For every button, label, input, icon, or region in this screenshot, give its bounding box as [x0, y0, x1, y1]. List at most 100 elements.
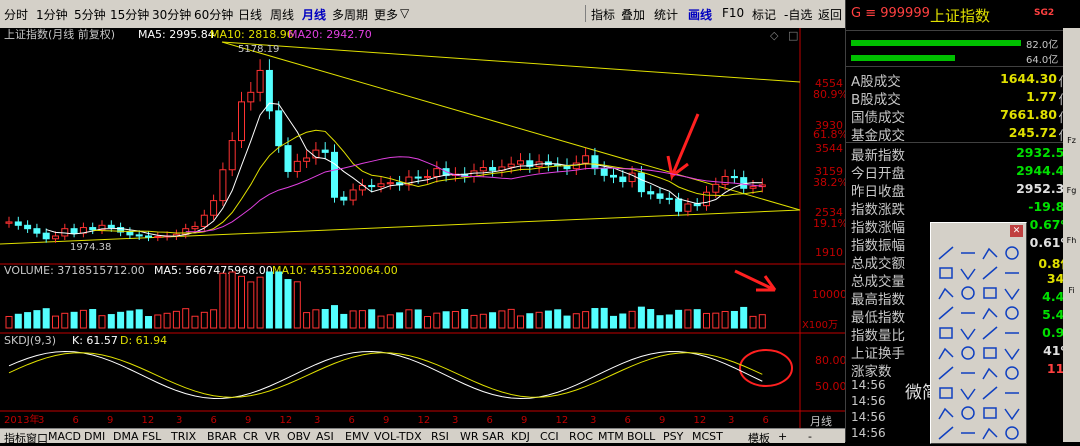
period-tab-multi[interactable]: 多周期	[332, 6, 368, 23]
drawing-tool-icon[interactable]	[938, 347, 954, 360]
chevron-down-icon[interactable]: ▽	[400, 6, 409, 20]
angle-tool-icon[interactable]	[1004, 288, 1020, 301]
zoom-in-button[interactable]: +	[778, 430, 787, 443]
drawing-tool-icon[interactable]	[939, 327, 953, 339]
drawing-tool-icon[interactable]	[1005, 366, 1019, 380]
drawing-tool-icon[interactable]	[982, 266, 998, 280]
circle-tool-icon[interactable]	[961, 286, 975, 300]
period-tab-15min[interactable]: 15分钟	[110, 6, 149, 23]
drawing-tool-icon[interactable]	[983, 287, 997, 299]
wave-tool-icon[interactable]	[938, 407, 954, 420]
indicator-tab[interactable]: DMA	[113, 430, 139, 443]
indicator-tab[interactable]: MTM	[598, 430, 624, 443]
rect-tool-icon[interactable]	[983, 287, 997, 299]
drawing-tool-icon[interactable]	[938, 366, 954, 380]
indicator-tab[interactable]: 窗口	[26, 430, 48, 446]
period-tab-30min[interactable]: 30分钟	[152, 6, 191, 23]
drawing-tool-icon[interactable]	[983, 347, 997, 359]
indicator-tab[interactable]: BOLL	[627, 430, 655, 443]
line-tool-icon[interactable]	[982, 326, 998, 340]
line-tool-icon[interactable]	[938, 246, 954, 260]
drawing-tool-icon[interactable]	[1004, 288, 1020, 301]
drawing-tool-icon[interactable]	[1005, 306, 1019, 320]
rect-tool-icon[interactable]	[983, 407, 997, 419]
indicator-tab[interactable]: SAR	[482, 430, 504, 443]
drawing-tool-icon[interactable]	[938, 426, 954, 440]
kline-chart[interactable]: 上证指数(月线 前复权) MA5: 2995.84 MA10: 2818.96 …	[0, 27, 848, 428]
drawing-tool-icon[interactable]	[982, 326, 998, 340]
drawing-tool-icon[interactable]	[1005, 426, 1019, 440]
indicator-tab[interactable]: MCST	[692, 430, 723, 443]
drawing-tool-icon[interactable]	[960, 328, 976, 341]
period-tab-daily[interactable]: 日线	[238, 6, 262, 23]
indicator-button[interactable]: 指标	[591, 6, 615, 23]
collapse-icon[interactable]: □	[788, 29, 798, 42]
line-tool-icon[interactable]	[938, 306, 954, 320]
indicator-tab[interactable]: VR	[265, 430, 280, 443]
circle-tool-icon[interactable]	[1005, 246, 1019, 260]
drawing-tool-icon[interactable]	[960, 268, 976, 281]
drawing-tool-icon[interactable]	[960, 388, 976, 401]
rect-tool-icon[interactable]	[939, 327, 953, 339]
period-tab-monthly[interactable]: 月线	[302, 6, 326, 23]
draw-line-button[interactable]: 画线	[688, 6, 712, 23]
drawing-tool-icon[interactable]	[938, 407, 954, 420]
f10-button[interactable]: F10	[722, 6, 744, 20]
expand-icon[interactable]: ◇	[770, 29, 779, 42]
wave-tool-icon[interactable]	[982, 367, 998, 380]
drawing-tool-icon[interactable]	[982, 247, 998, 260]
indicator-tab[interactable]: CR	[243, 430, 258, 443]
period-tab-weekly[interactable]: 周线	[270, 6, 294, 23]
circle-tool-icon[interactable]	[961, 346, 975, 360]
indicator-tab[interactable]: OBV	[287, 430, 310, 443]
indicator-tab[interactable]: PSY	[663, 430, 683, 443]
statistics-button[interactable]: 统计	[654, 6, 678, 23]
wave-tool-icon[interactable]	[938, 287, 954, 300]
side-strip-button[interactable]: Fz	[1064, 136, 1079, 145]
indicator-tab[interactable]: VOL-TDX	[374, 430, 422, 443]
drawing-tool-icon[interactable]	[961, 286, 975, 300]
drawing-tool-icon[interactable]	[961, 346, 975, 360]
indicator-tab[interactable]: RSI	[431, 430, 449, 443]
indicator-tab[interactable]: ASI	[316, 430, 334, 443]
indicator-tab[interactable]: ROC	[569, 430, 593, 443]
drawing-tool-icon[interactable]	[939, 267, 953, 279]
mark-button[interactable]: 标记	[752, 6, 776, 23]
drawing-tool-icon[interactable]	[982, 386, 998, 400]
circle-tool-icon[interactable]	[961, 406, 975, 420]
indicator-tab[interactable]: 指标	[4, 430, 26, 446]
drawing-tool-icon[interactable]	[1004, 348, 1020, 361]
back-button[interactable]: 返回	[818, 6, 842, 23]
rect-tool-icon[interactable]	[939, 267, 953, 279]
rect-tool-icon[interactable]	[983, 347, 997, 359]
wave-tool-icon[interactable]	[982, 247, 998, 260]
drawing-tool-icon[interactable]	[938, 246, 954, 260]
drawing-tool-icon[interactable]	[939, 387, 953, 399]
angle-tool-icon[interactable]	[1004, 348, 1020, 361]
line-tool-icon[interactable]	[982, 266, 998, 280]
template-button[interactable]: 模板	[748, 430, 770, 446]
indicator-tab[interactable]: BRAR	[207, 430, 237, 443]
side-strip-button[interactable]: Fg	[1064, 186, 1079, 195]
indicator-tab[interactable]: EMV	[345, 430, 369, 443]
line-tool-icon[interactable]	[982, 386, 998, 400]
indicator-tab[interactable]: KDJ	[511, 430, 530, 443]
line-tool-icon[interactable]	[938, 366, 954, 380]
watchlist-button[interactable]: -自选	[784, 6, 812, 23]
drawing-tool-icon[interactable]	[938, 287, 954, 300]
close-icon[interactable]: ✕	[1010, 225, 1023, 237]
period-tab-1min[interactable]: 1分钟	[36, 6, 68, 23]
overlay-button[interactable]: 叠加	[621, 6, 645, 23]
circle-tool-icon[interactable]	[1005, 306, 1019, 320]
circle-tool-icon[interactable]	[1005, 426, 1019, 440]
drawing-tool-icon[interactable]	[1005, 246, 1019, 260]
circle-tool-icon[interactable]	[1005, 366, 1019, 380]
zoom-out-button[interactable]: -	[808, 430, 812, 443]
drawing-tools[interactable]	[931, 241, 1026, 441]
trendline-support[interactable]	[0, 209, 801, 245]
wave-tool-icon[interactable]	[982, 427, 998, 440]
angle-tool-icon[interactable]	[960, 328, 976, 341]
indicator-tab[interactable]: TRIX	[171, 430, 196, 443]
drawing-tool-icon[interactable]	[938, 306, 954, 320]
drawing-tool-icon[interactable]	[983, 407, 997, 419]
